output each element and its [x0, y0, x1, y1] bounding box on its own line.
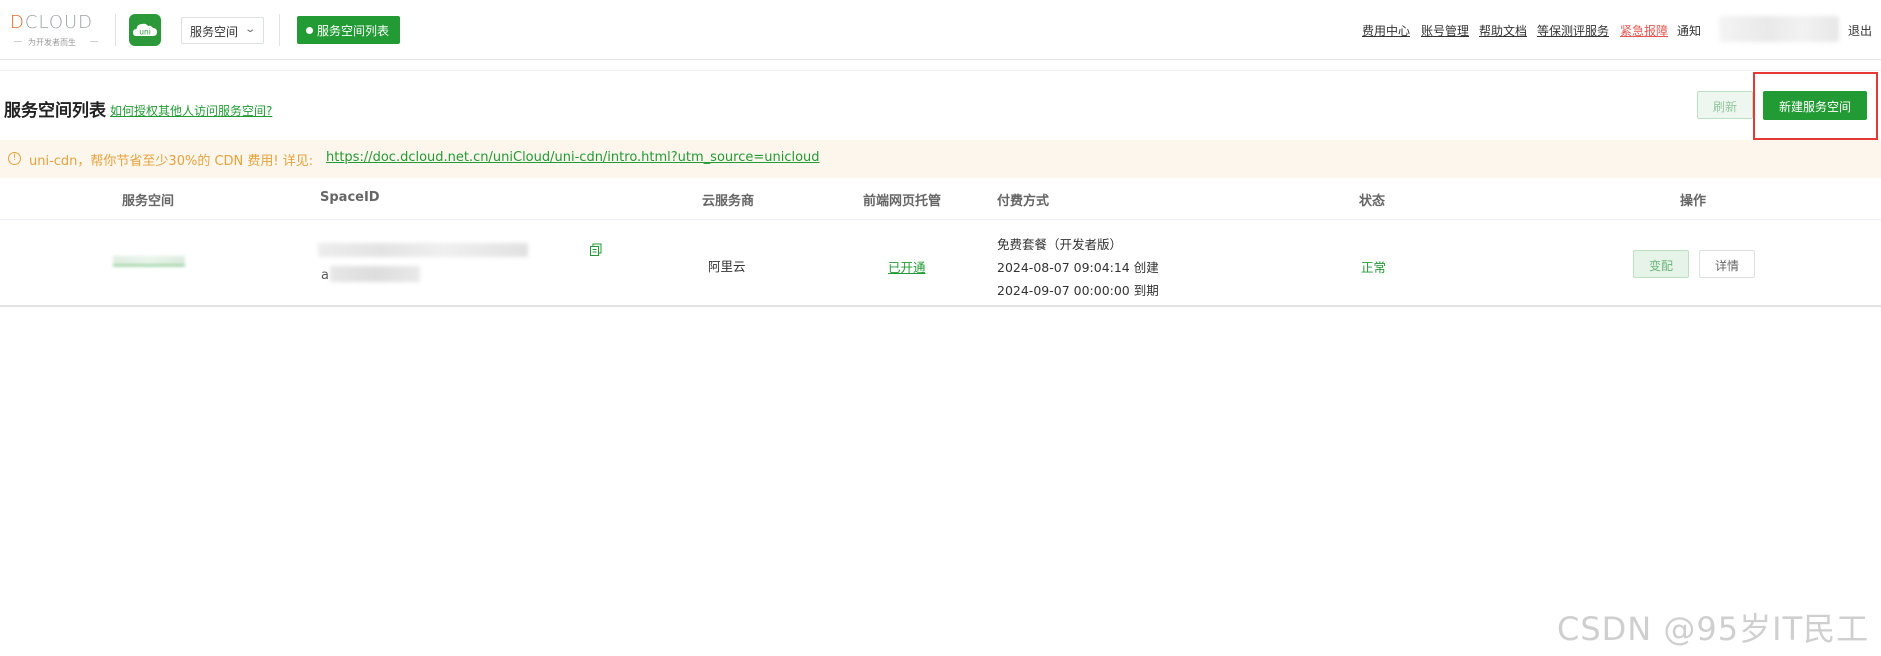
notice-link[interactable]: https://doc.dcloud.net.cn/uniCloud/uni-c… [326, 150, 820, 165]
link-security-eval[interactable]: 等保测评服务 [1537, 22, 1609, 39]
col-space: 服务空间 [122, 194, 175, 209]
notice-text: uni-cdn，帮你节省至少30%的 CDN 费用! 详见: [29, 154, 314, 169]
link-billing[interactable]: 费用中心 [1362, 22, 1410, 39]
help-auth-link[interactable]: 如何授权其他人访问服务空间? [110, 102, 272, 119]
top-navbar: DCLOUD 为开发者而生 uni 服务空间 ⌄ 服务空间列表 费用中心 账号管… [0, 0, 1881, 60]
header-divider-2 [279, 14, 280, 46]
space-id-redacted-2 [330, 266, 420, 282]
page-title: 服务空间列表 [4, 101, 106, 121]
link-account[interactable]: 账号管理 [1421, 22, 1469, 39]
table-header: 服务空间 SpaceID 云服务商 前端网页托管 付费方式 状态 操作 [0, 178, 1881, 220]
copy-icon[interactable] [589, 243, 603, 257]
detail-button[interactable]: 详情 [1699, 250, 1755, 278]
link-notify[interactable]: 通知 [1677, 22, 1701, 39]
chevron-down-icon: ⌄ [243, 24, 256, 35]
dcloud-logo[interactable]: DCLOUD 为开发者而生 [10, 12, 105, 52]
warning-circle-icon: ! [8, 152, 21, 165]
csdn-watermark: CSDN @95岁IT民工 [1557, 610, 1870, 648]
refresh-button[interactable]: 刷新 [1697, 91, 1753, 119]
link-docs[interactable]: 帮助文档 [1479, 22, 1527, 39]
logo-slogan: 为开发者而生 [28, 38, 76, 47]
cdn-notice-bar: ! uni-cdn，帮你节省至少30%的 CDN 费用! 详见: https:/… [0, 140, 1881, 178]
user-name-redacted[interactable] [1719, 16, 1839, 42]
col-billing: 付费方式 [997, 194, 1050, 209]
link-urgent-report[interactable]: 紧急报障 [1620, 22, 1668, 39]
provider-value: 阿里云 [708, 259, 746, 274]
col-status: 状态 [1359, 194, 1386, 209]
uni-icon-label: uni [139, 28, 151, 37]
created-time: 2024-08-07 09:04:14 创建 [997, 260, 1159, 275]
active-dot-icon [306, 27, 313, 34]
logo-dash-left [14, 41, 22, 42]
col-provider: 云服务商 [702, 194, 755, 209]
expire-time: 2024-09-07 00:00:00 到期 [997, 283, 1159, 298]
space-id-redacted [318, 243, 528, 257]
logout-link[interactable]: 退出 [1848, 22, 1872, 39]
uni-cloud-icon[interactable]: uni [129, 14, 161, 46]
space-name-redacted-link[interactable] [113, 256, 185, 266]
table-row: a 阿里云 已开通 免费套餐（开发者版） 2024-08-07 09:04:14… [0, 220, 1881, 307]
nav-space-list[interactable]: 服务空间列表 [297, 16, 400, 44]
page-header: 服务空间列表 如何授权其他人访问服务空间? 刷新 新建服务空间 [0, 70, 1881, 140]
plan-name: 免费套餐（开发者版） [997, 237, 1123, 252]
highlight-annotation-box [1753, 72, 1878, 140]
col-hosting: 前端网页托管 [863, 194, 942, 209]
status-badge: 正常 [1361, 260, 1387, 275]
logo-dash-right [90, 41, 98, 42]
header-divider [115, 14, 116, 46]
nav-space-list-label: 服务空间列表 [317, 24, 390, 38]
space-id-prefix: a [321, 268, 329, 283]
hosting-status-link[interactable]: 已开通 [888, 257, 926, 276]
change-config-button[interactable]: 变配 [1633, 250, 1689, 278]
logo-wordmark: DCLOUD [10, 12, 94, 33]
col-actions: 操作 [1680, 194, 1707, 209]
space-select-value: 服务空间 [190, 25, 239, 39]
col-spaceid: SpaceID [320, 190, 380, 205]
space-type-select[interactable]: 服务空间 ⌄ [181, 17, 264, 44]
